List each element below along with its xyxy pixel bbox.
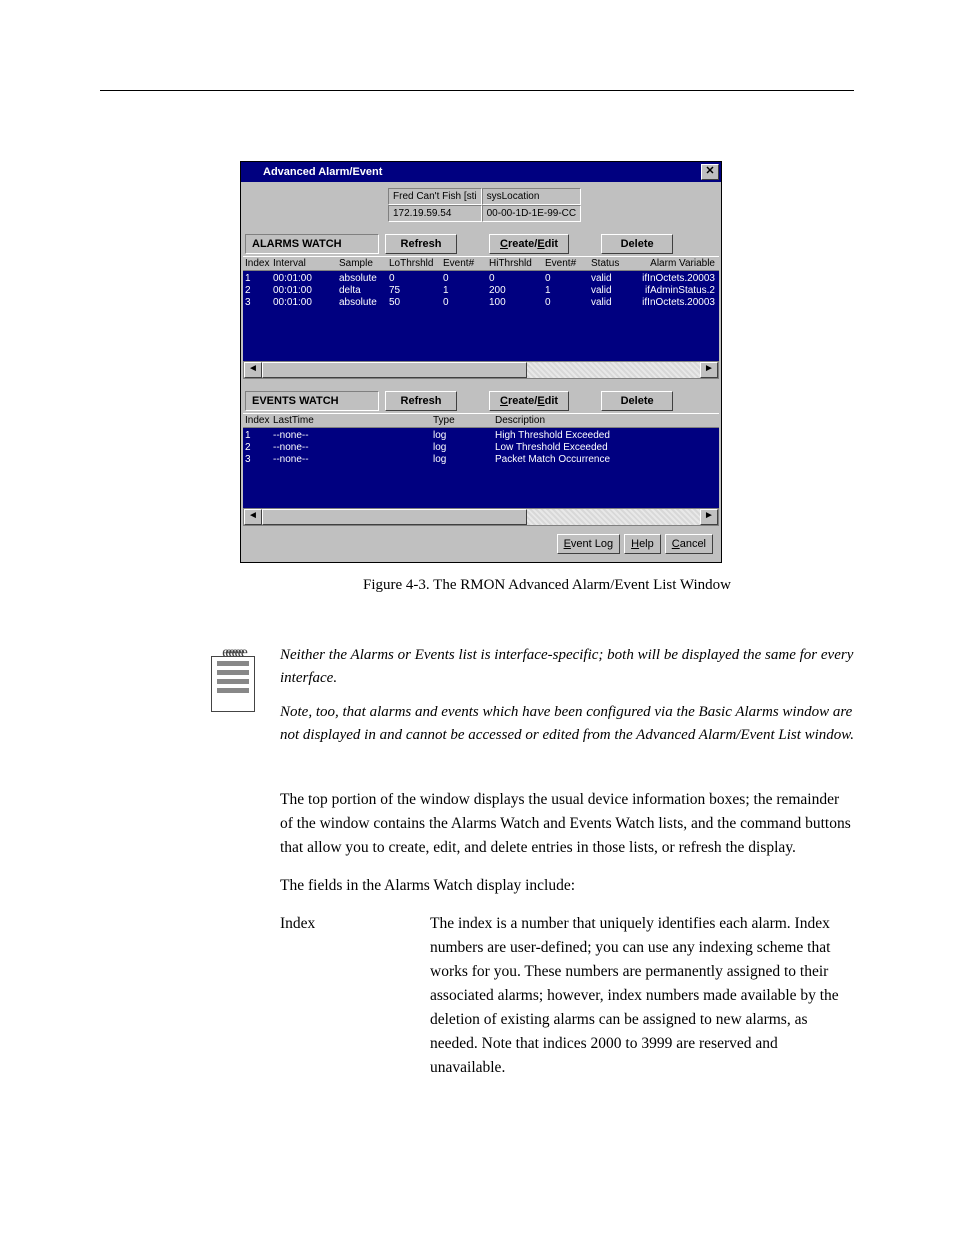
alarms-watch-label: ALARMS WATCH [245,234,379,254]
definition-row: Index The index is a number that uniquel… [280,912,854,1080]
alarms-section-header: ALARMS WATCH Refresh Create/Edit Delete [243,232,719,256]
table-row[interactable]: 3 00:01:00 absolute 50 0 100 0 valid ifI… [245,297,717,309]
close-button[interactable]: ✕ [701,164,719,180]
table-row[interactable]: 3 --none-- log Packet Match Occurrence [245,454,717,466]
notepad-icon: eeeeeee [210,644,256,758]
window-footer: Event Log Help Cancel [243,526,719,560]
event-log-button[interactable]: Event Log [557,534,621,554]
window-title: Advanced Alarm/Event [263,166,701,178]
table-row[interactable]: 1 --none-- log High Threshold Exceeded [245,430,717,442]
body-text: The top portion of the window displays t… [280,788,854,1080]
definition-term: Index [280,912,430,1080]
note-paragraph-2: Note, too, that alarms and events which … [280,701,854,746]
scroll-thumb[interactable] [262,362,527,378]
scroll-right-icon[interactable]: ► [700,362,718,378]
events-delete-button[interactable]: Delete [601,391,673,411]
cancel-button[interactable]: Cancel [665,534,713,554]
alarms-horizontal-scrollbar[interactable]: ◄ ► [243,361,719,379]
note-paragraph-1: Neither the Alarms or Events list is int… [280,644,854,689]
events-refresh-button[interactable]: Refresh [385,391,457,411]
alarm-event-window: Advanced Alarm/Event ✕ Fred Can't Fish [… [240,161,722,563]
scroll-left-icon[interactable]: ◄ [244,509,262,525]
table-row[interactable]: 2 --none-- log Low Threshold Exceeded [245,442,717,454]
alarms-create-edit-button[interactable]: Create/Edit [489,234,569,254]
events-watch-label: EVENTS WATCH [245,391,379,411]
help-button[interactable]: Help [624,534,661,554]
events-data-area[interactable]: 1 --none-- log High Threshold Exceeded 2… [243,428,719,508]
device-name-field: Fred Can't Fish [sti [388,188,482,205]
events-create-edit-button[interactable]: Create/Edit [489,391,569,411]
window-icon [245,165,259,179]
definition-description: The index is a number that uniquely iden… [430,912,854,1080]
figure-caption: Figure 4-3. The RMON Advanced Alarm/Even… [240,577,854,594]
alarms-column-header: Index Interval Sample LoThrshld Event# H… [243,256,719,271]
device-ip-field: 172.19.59.54 [388,205,482,222]
events-horizontal-scrollbar[interactable]: ◄ ► [243,508,719,526]
body-paragraph-2: The fields in the Alarms Watch display i… [280,874,854,898]
scroll-left-icon[interactable]: ◄ [244,362,262,378]
alarms-refresh-button[interactable]: Refresh [385,234,457,254]
alarms-data-area[interactable]: 1 00:01:00 absolute 0 0 0 0 valid ifInOc… [243,271,719,361]
table-row[interactable]: 1 00:01:00 absolute 0 0 0 0 valid ifInOc… [245,273,717,285]
titlebar: Advanced Alarm/Event ✕ [241,162,721,182]
events-section-header: EVENTS WATCH Refresh Create/Edit Delete [243,389,719,413]
device-location-field: sysLocation [482,188,581,205]
scroll-thumb[interactable] [262,509,527,525]
note-block: eeeeeee Neither the Alarms or Events lis… [210,644,854,758]
alarms-delete-button[interactable]: Delete [601,234,673,254]
figure-wrapper: Advanced Alarm/Event ✕ Fred Can't Fish [… [240,161,854,594]
device-mac-field: 00-00-1D-1E-99-CC [482,205,581,222]
body-paragraph-1: The top portion of the window displays t… [280,788,854,860]
table-row[interactable]: 2 00:01:00 delta 75 1 200 1 valid ifAdmi… [245,285,717,297]
events-column-header: Index LastTime Type Description [243,413,719,428]
header-rule [100,90,854,91]
scroll-right-icon[interactable]: ► [700,509,718,525]
device-info: Fred Can't Fish [sti 172.19.59.54 sysLoc… [388,188,719,222]
